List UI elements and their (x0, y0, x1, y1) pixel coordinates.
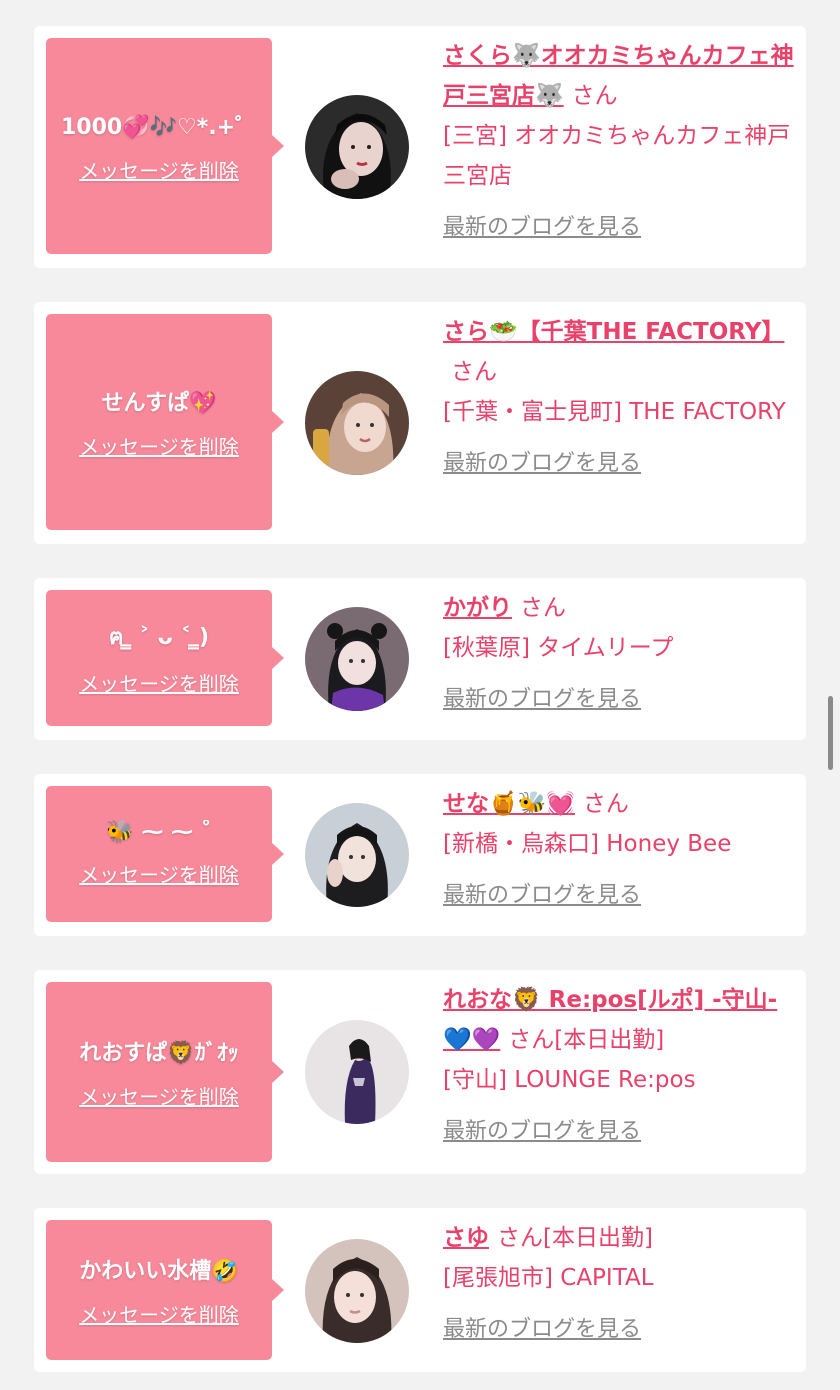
san-label: さん (582, 791, 629, 817)
cast-name-link[interactable]: さゆ (443, 1225, 489, 1251)
list-item: 1000💞🎶♡*.+゜ メッセージを削除 さくら🐺オオカミちゃんカフェ神戸三宮店… (34, 26, 806, 268)
cast-name-link[interactable]: さくら🐺オオカミちゃんカフェ神戸三宮店🐺 (443, 43, 794, 109)
avatar[interactable] (305, 1239, 409, 1343)
cast-name-link[interactable]: かがり (443, 595, 512, 621)
cast-info: さくら🐺オオカミちゃんカフェ神戸三宮店🐺 さん [三宮] オオカミちゃんカフェ神戸… (443, 36, 799, 248)
list-item: れおすぱ🦁ｶﾞｵｯ メッセージを削除 れおな🦁 Re:pos[ルポ] -守山-💙… (34, 970, 806, 1174)
san-label: さん (451, 359, 497, 385)
message-text: れおすぱ🦁ｶﾞｵｯ (79, 1040, 239, 1066)
cast-name-link[interactable]: せな🍯🐝💓 (443, 791, 575, 817)
cast-info: れおな🦁 Re:pos[ルポ] -守山-💙💜 さん[本日出勤] [守山] LOUN… (443, 980, 799, 1152)
message-text: かわいい水槽🤣 (79, 1258, 239, 1284)
store-label: [千葉・富士見町] THE FACTORY (443, 399, 786, 425)
message-bubble: 1000💞🎶♡*.+゜ メッセージを削除 (46, 38, 284, 254)
cast-name-link[interactable]: さら🥗【千葉THE FACTORY】 (443, 319, 784, 345)
list-item: ฅ ̳ ˃ ᴗ ˂ ̳) メッセージを削除 かがり さん [秋葉原] タイムリープ… (34, 578, 806, 740)
latest-blog-link[interactable]: 最新のブログを見る (443, 680, 799, 720)
avatar[interactable] (305, 803, 409, 907)
cast-info: さら🥗【千葉THE FACTORY】さん [千葉・富士見町] THE FACTO… (443, 312, 799, 484)
list-item: 🐝 ⁓ ⁓ ˚ メッセージを削除 せな🍯🐝💓 さん [新橋・烏森口] Honey … (34, 774, 806, 936)
san-label: さん (571, 83, 618, 109)
message-bubble: せんすぱ💖 メッセージを削除 (46, 314, 284, 530)
store-label: [尾張旭市] CAPITAL (443, 1265, 654, 1291)
status-label: [本日出勤] (554, 1027, 665, 1053)
cast-info: かがり さん [秋葉原] タイムリープ 最新のブログを見る (443, 588, 799, 720)
latest-blog-link[interactable]: 最新のブログを見る (443, 876, 799, 916)
avatar[interactable] (305, 607, 409, 711)
latest-blog-link[interactable]: 最新のブログを見る (443, 208, 799, 248)
delete-message-link[interactable]: メッセージを削除 (79, 155, 239, 184)
san-label: さん (520, 595, 566, 621)
delete-message-link[interactable]: メッセージを削除 (79, 431, 239, 460)
message-text: ฅ ̳ ˃ ᴗ ˂ ̳) (108, 625, 210, 650)
status-label: [本日出勤] (543, 1225, 653, 1251)
list-item: かわいい水槽🤣 メッセージを削除 さゆ さん[本日出勤] [尾張旭市] CAPIT… (34, 1208, 806, 1372)
san-label: さん (508, 1027, 555, 1053)
avatar[interactable] (305, 1020, 409, 1124)
cast-info: せな🍯🐝💓 さん [新橋・烏森口] Honey Bee 最新のブログを見る (443, 784, 799, 916)
latest-blog-link[interactable]: 最新のブログを見る (443, 444, 799, 484)
store-label: [秋葉原] タイムリープ (443, 635, 674, 661)
scrollbar[interactable] (828, 696, 833, 770)
avatar[interactable] (305, 371, 409, 475)
delete-message-link[interactable]: メッセージを削除 (79, 668, 239, 697)
delete-message-link[interactable]: メッセージを削除 (79, 1081, 239, 1110)
message-text: 🐝 ⁓ ⁓ ˚ (106, 820, 212, 845)
message-bubble: れおすぱ🦁ｶﾞｵｯ メッセージを削除 (46, 982, 284, 1162)
latest-blog-link[interactable]: 最新のブログを見る (443, 1112, 799, 1152)
message-text: せんすぱ💖 (101, 390, 217, 416)
delete-message-link[interactable]: メッセージを削除 (79, 859, 239, 888)
cast-info: さゆ さん[本日出勤] [尾張旭市] CAPITAL 最新のブログを見る (443, 1218, 799, 1350)
store-label: [守山] LOUNGE Re:pos (443, 1067, 696, 1093)
message-bubble: ฅ ̳ ˃ ᴗ ˂ ̳) メッセージを削除 (46, 590, 284, 726)
list-item: せんすぱ💖 メッセージを削除 さら🥗【千葉THE FACTORY】さん [千葉・… (34, 302, 806, 544)
store-label: [新橋・烏森口] Honey Bee (443, 831, 732, 857)
latest-blog-link[interactable]: 最新のブログを見る (443, 1310, 799, 1350)
store-label: [三宮] オオカミちゃんカフェ神戸三宮店 (443, 123, 791, 189)
message-bubble: 🐝 ⁓ ⁓ ˚ メッセージを削除 (46, 786, 284, 922)
message-bubble: かわいい水槽🤣 メッセージを削除 (46, 1220, 284, 1360)
avatar[interactable] (305, 95, 409, 199)
san-label: さん (497, 1225, 543, 1251)
delete-message-link[interactable]: メッセージを削除 (79, 1299, 239, 1328)
message-text: 1000💞🎶♡*.+゜ (60, 114, 258, 140)
